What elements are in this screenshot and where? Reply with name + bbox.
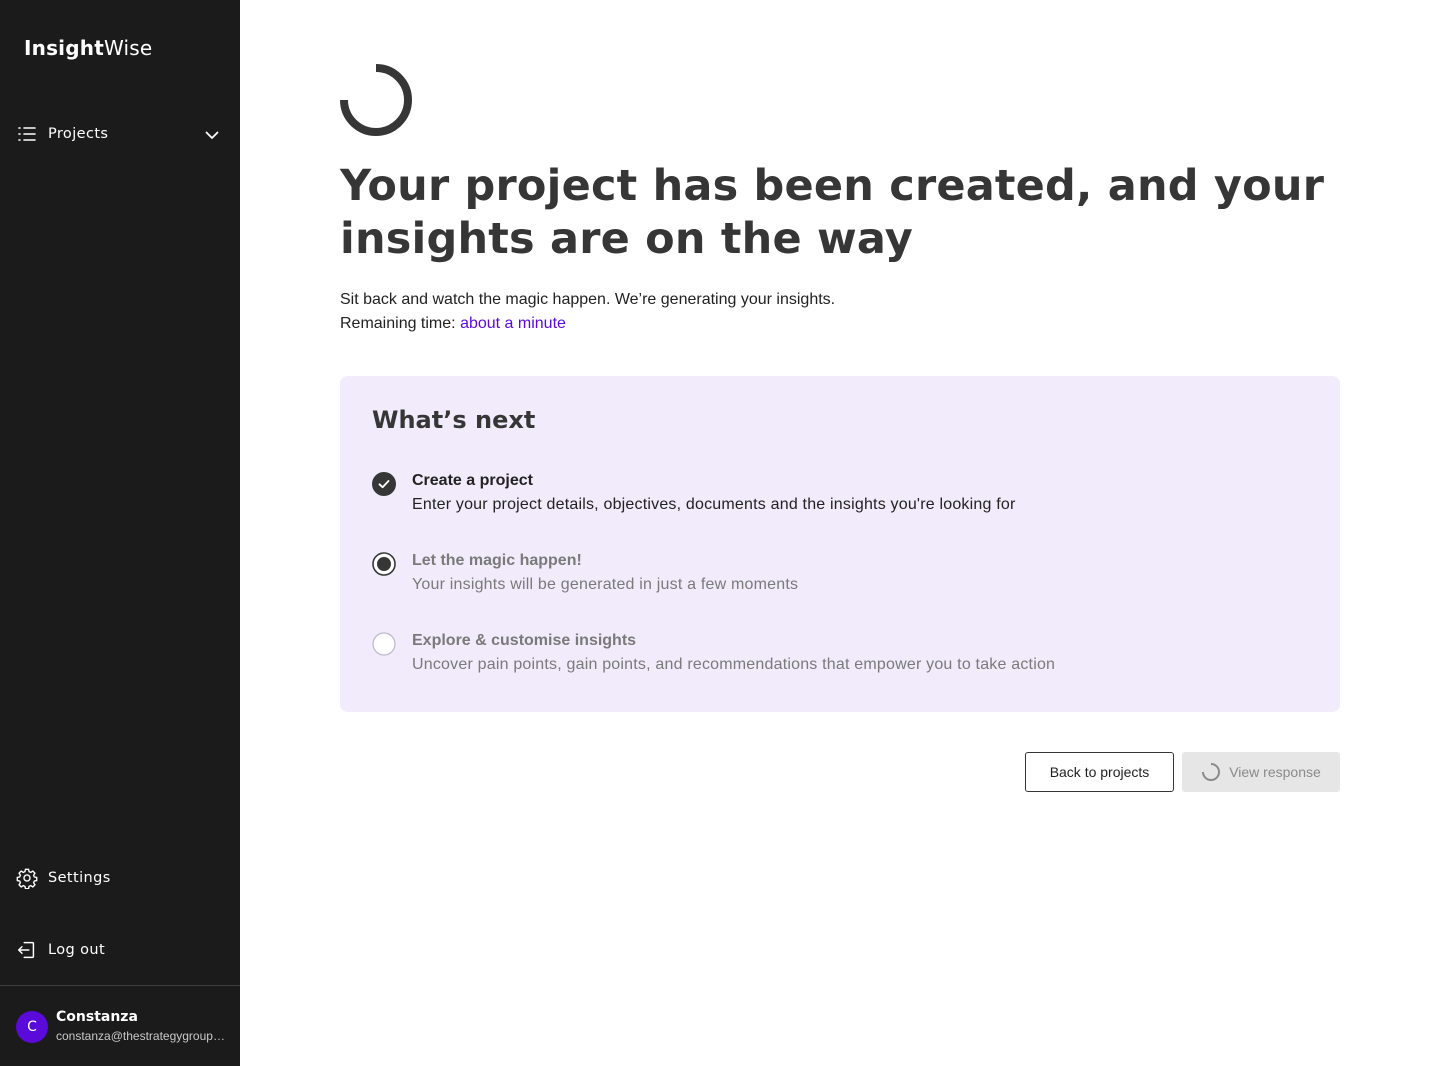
page-title: Your project has been created, and your … — [340, 161, 1325, 264]
user-name: Constanza — [56, 1009, 138, 1025]
step-title: Create a project — [412, 472, 533, 489]
radio-empty-icon — [372, 632, 396, 656]
sidebar: InsightWise Projects Settings Log out C … — [0, 0, 240, 1066]
list-icon — [18, 127, 36, 141]
view-response-button[interactable]: View response — [1182, 752, 1340, 792]
step-description: Uncover pain points, gain points, and re… — [412, 656, 1056, 673]
sidebar-item-label: Projects — [48, 126, 109, 142]
check-circle-icon — [372, 472, 396, 496]
remaining-time-label: Remaining time: — [340, 315, 456, 332]
panel-title: What’s next — [372, 406, 536, 434]
sidebar-item-projects[interactable]: Projects — [0, 114, 240, 154]
user-email: constanza@thestrategygroup.c... — [56, 1029, 226, 1043]
chevron-down-icon[interactable] — [203, 126, 221, 144]
gear-icon — [16, 868, 38, 889]
view-button-label: View response — [1229, 764, 1321, 780]
back-button-label: Back to projects — [1049, 764, 1150, 780]
sidebar-item-label: Settings — [48, 870, 111, 886]
step-description: Enter your project details, objectives, … — [412, 496, 1016, 513]
sidebar-item-settings[interactable]: Settings — [0, 858, 240, 898]
step-description: Your insights will be generated in just … — [412, 576, 799, 593]
avatar: C — [16, 1011, 48, 1043]
logo-light: Wise — [103, 36, 153, 60]
sidebar-item-label: Log out — [48, 942, 106, 958]
status-message: Sit back and watch the magic happen. We’… — [340, 291, 836, 308]
logout-icon — [18, 941, 35, 959]
step-title: Explore & customise insights — [412, 632, 637, 649]
step-title: Let the magic happen! — [412, 552, 582, 569]
remaining-time-row: Remaining time: about a minute — [340, 312, 835, 336]
logo-bold: Insight — [24, 36, 104, 60]
user-profile[interactable]: C Constanza constanza@thestrategygroup.c… — [0, 985, 240, 1066]
status-text: Sit back and watch the magic happen. We’… — [340, 288, 835, 336]
back-to-projects-button[interactable]: Back to projects — [1025, 752, 1174, 792]
app-logo[interactable]: InsightWise — [24, 36, 152, 60]
radio-current-icon — [372, 552, 396, 576]
loading-spinner-icon — [1202, 763, 1221, 781]
main-content: Your project has been created, and your … — [240, 0, 1440, 1066]
loading-spinner-icon — [340, 64, 412, 136]
sidebar-item-logout[interactable]: Log out — [0, 930, 240, 970]
remaining-time-value: about a minute — [460, 315, 566, 332]
